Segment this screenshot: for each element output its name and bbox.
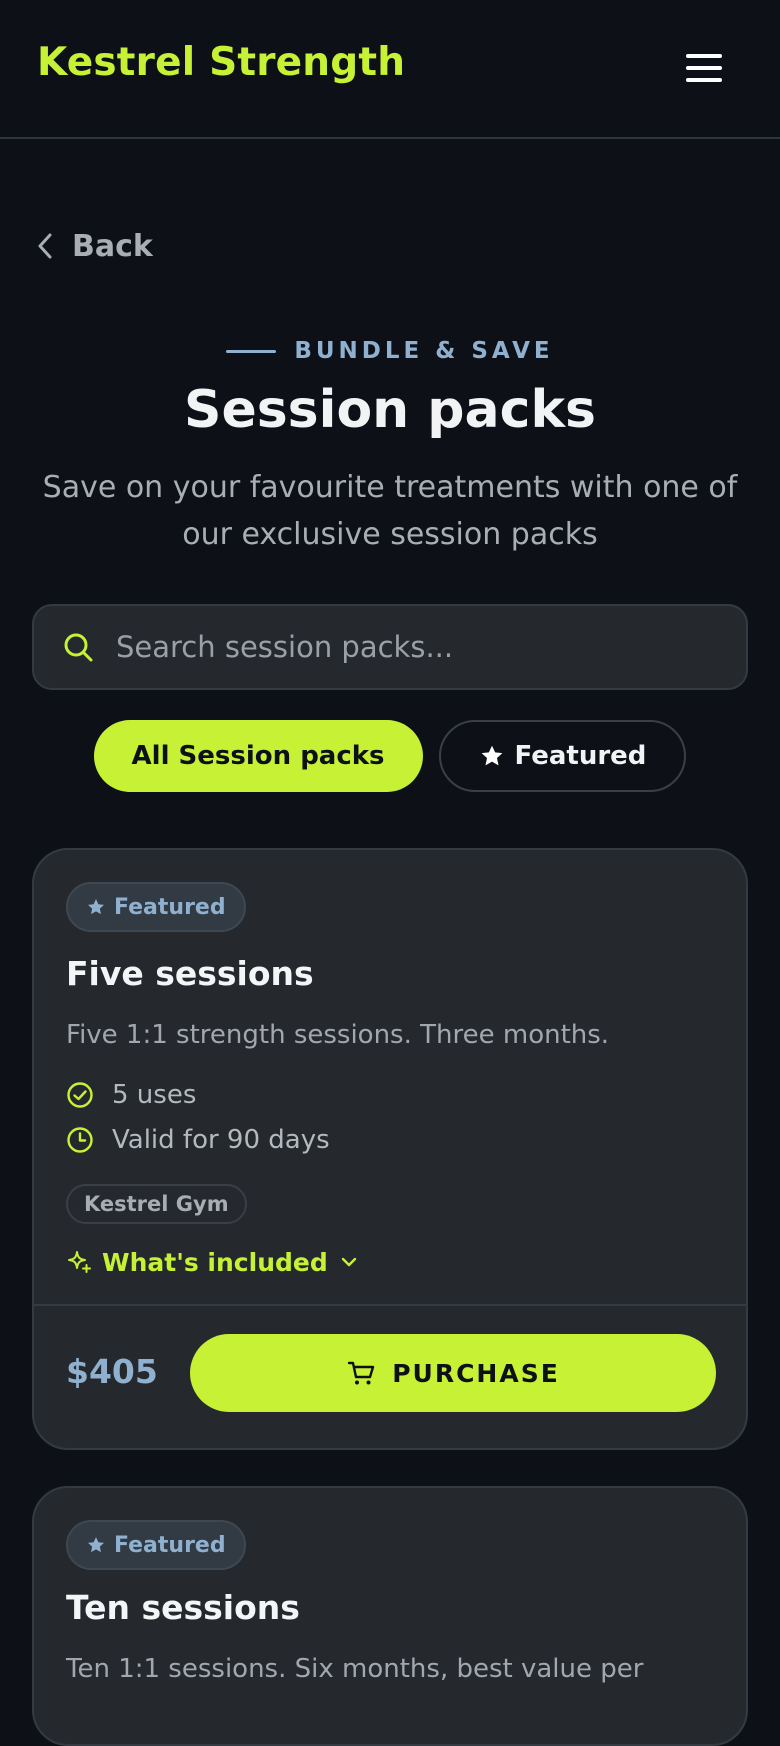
search-icon: [64, 633, 93, 662]
filter-featured-label: Featured: [514, 741, 647, 771]
pack-validity-text: Valid for 90 days: [112, 1125, 330, 1155]
hamburger-menu-icon[interactable]: [684, 52, 724, 84]
whats-included-label: What's included: [102, 1247, 328, 1277]
chevron-down-icon: [341, 1257, 356, 1267]
featured-badge-label: Featured: [114, 1532, 226, 1558]
section-eyebrow: BUNDLE & SAVE: [0, 338, 780, 364]
session-pack-card: Featured Ten sessions Ten 1:1 sessions. …: [32, 1486, 748, 1746]
chevron-left-icon: [38, 233, 52, 259]
filter-featured[interactable]: Featured: [438, 720, 687, 792]
filter-chips: All Session packs Featured: [0, 720, 780, 792]
purchase-label: PURCHASE: [392, 1358, 560, 1388]
star-icon: [88, 1537, 104, 1553]
search-bar: [32, 604, 748, 690]
back-label: Back: [72, 228, 153, 264]
pack-description: Ten 1:1 sessions. Six months, best value…: [66, 1654, 644, 1684]
app-header: Kestrel Strength: [0, 0, 780, 139]
pack-validity: Valid for 90 days: [66, 1125, 330, 1155]
eyebrow-rule: [226, 349, 277, 353]
pack-uses: 5 uses: [66, 1080, 196, 1110]
pack-title: Five sessions: [66, 954, 314, 993]
session-pack-card: Featured Five sessions Five 1:1 strength…: [32, 848, 748, 1450]
card-divider: [34, 1304, 746, 1306]
page-subtitle: Save on your favourite treatments with o…: [42, 470, 738, 552]
check-circle-icon: [67, 1082, 93, 1108]
purchase-button[interactable]: PURCHASE: [190, 1334, 716, 1412]
pack-description: Five 1:1 strength sessions. Three months…: [66, 1020, 610, 1050]
location-tag: Kestrel Gym: [66, 1184, 247, 1224]
brand-logo-text[interactable]: Kestrel Strength: [37, 40, 405, 85]
sparkle-icon: [68, 1251, 91, 1273]
search-input[interactable]: [116, 630, 746, 664]
back-link[interactable]: Back: [36, 226, 153, 266]
filter-all-label: All Session packs: [131, 741, 385, 771]
star-icon: [88, 899, 104, 915]
eyebrow-text: BUNDLE & SAVE: [294, 338, 554, 364]
cart-icon: [348, 1361, 375, 1385]
clock-icon: [67, 1127, 93, 1153]
pack-uses-text: 5 uses: [112, 1080, 197, 1110]
featured-badge: Featured: [66, 1520, 246, 1570]
featured-badge: Featured: [66, 882, 246, 932]
featured-badge-label: Featured: [114, 894, 226, 920]
filter-all-session-packs[interactable]: All Session packs: [93, 720, 423, 792]
pack-price: $405: [66, 1352, 158, 1391]
whats-included-toggle[interactable]: What's included: [66, 1242, 360, 1282]
star-icon: [481, 745, 502, 766]
pack-title: Ten sessions: [66, 1588, 300, 1627]
page-title: Session packs: [184, 380, 596, 440]
